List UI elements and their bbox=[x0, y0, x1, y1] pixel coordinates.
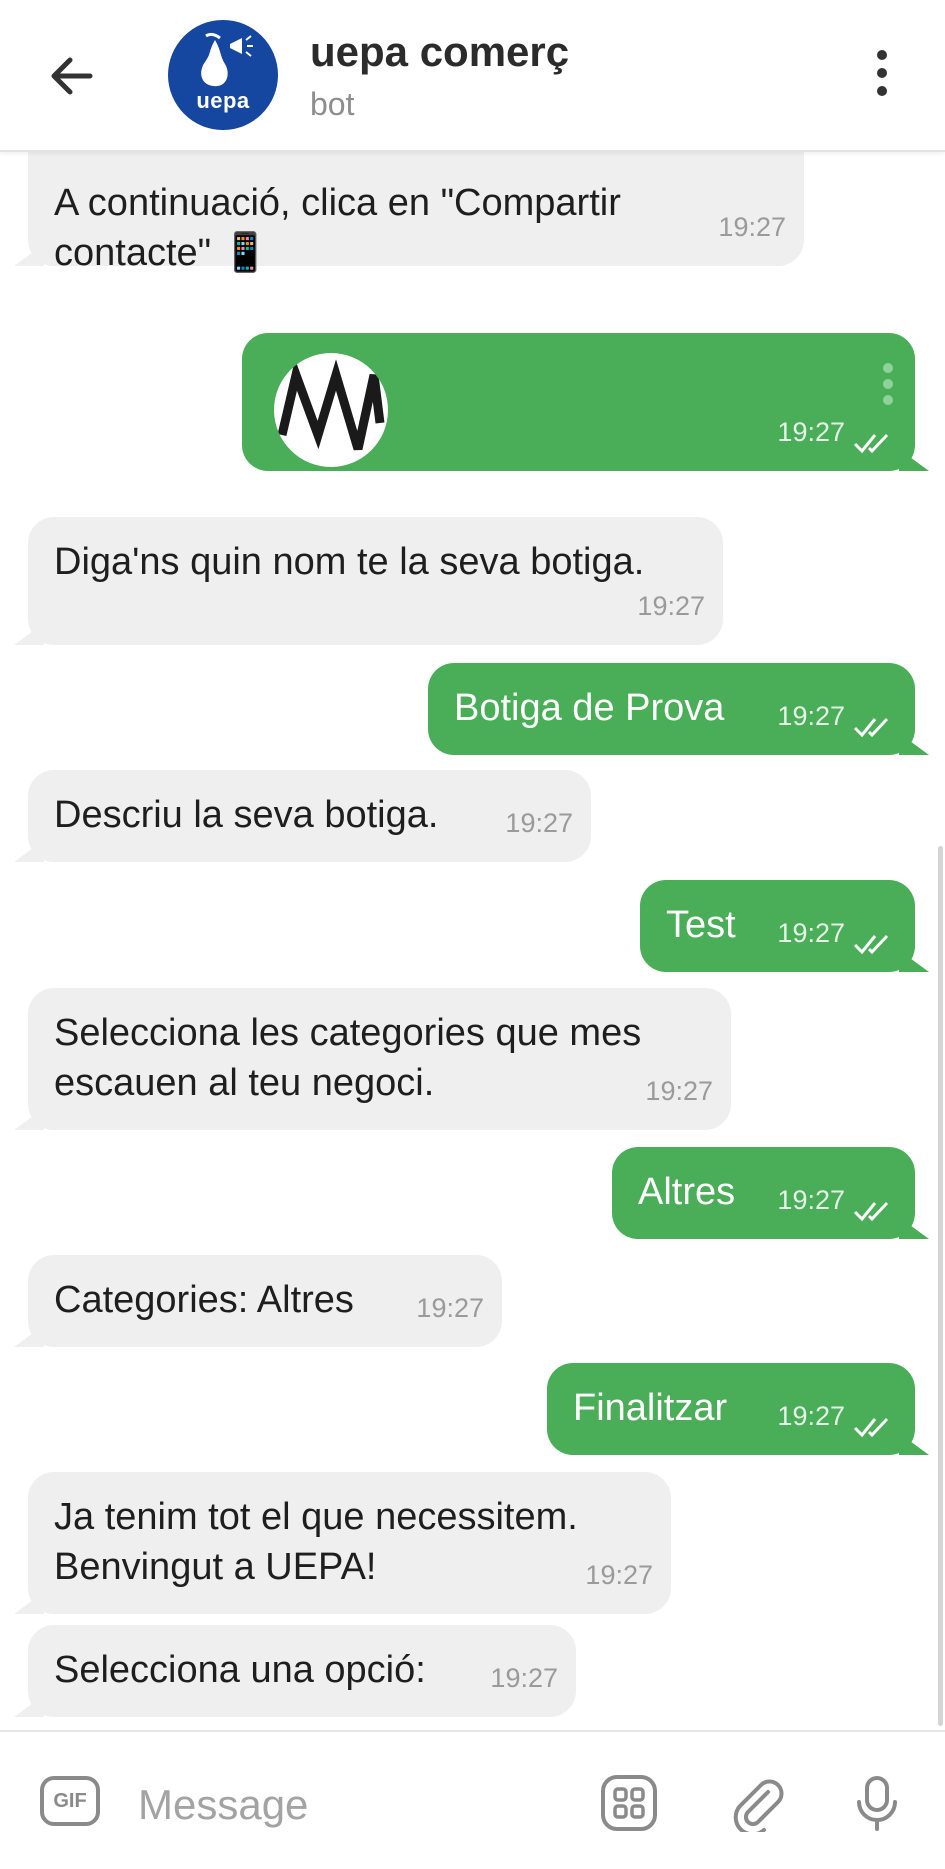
microphone-icon bbox=[857, 1776, 897, 1831]
attach-button[interactable] bbox=[728, 1774, 786, 1837]
message-time: 19:27 bbox=[777, 1185, 845, 1215]
incoming-message[interactable]: Selecciona una opció: 19:27 bbox=[28, 1625, 576, 1717]
gif-button[interactable]: GIF bbox=[40, 1776, 100, 1826]
message-time: 19:27 bbox=[777, 701, 845, 731]
message-text: Ja tenim tot el que necessitem. bbox=[54, 1496, 578, 1538]
message-time: 19:27 bbox=[777, 417, 845, 447]
scrollbar[interactable] bbox=[938, 846, 943, 1726]
incoming-message[interactable]: Selecciona les categories que mes escaue… bbox=[28, 988, 731, 1130]
message-time: 19:27 bbox=[585, 1560, 653, 1590]
double-check-icon bbox=[853, 1201, 889, 1222]
message-time: 19:27 bbox=[505, 808, 573, 838]
contact-logo-icon bbox=[277, 359, 385, 451]
message-time: 19:27 bbox=[777, 1401, 845, 1431]
message-list[interactable]: A continuació, clica en "Compartir conta… bbox=[0, 130, 945, 1730]
message-time: 19:27 bbox=[416, 1293, 484, 1323]
message-text: contacte" 📱 bbox=[54, 232, 270, 274]
outgoing-message[interactable]: Botiga de Prova 19:27 bbox=[428, 663, 915, 755]
message-time: 19:27 bbox=[718, 212, 786, 242]
paperclip-icon bbox=[733, 1779, 784, 1837]
message-text: A continuació, clica en "Compartir bbox=[54, 182, 621, 224]
outgoing-message[interactable]: Finalitzar 19:27 bbox=[547, 1363, 915, 1455]
outgoing-message[interactable]: Altres 19:27 bbox=[612, 1147, 915, 1239]
double-check-icon bbox=[853, 934, 889, 955]
message-text: Altres bbox=[638, 1171, 736, 1213]
message-time: 19:27 bbox=[777, 918, 845, 948]
incoming-message[interactable]: Ja tenim tot el que necessitem. Benvingu… bbox=[28, 1472, 671, 1614]
contact-more-icon[interactable] bbox=[883, 363, 893, 405]
message-time: 19:27 bbox=[490, 1663, 558, 1693]
double-check-icon bbox=[853, 433, 889, 454]
message-text: Botiga de Prova bbox=[454, 687, 725, 729]
message-time: 19:27 bbox=[645, 1076, 713, 1106]
message-text: Selecciona una opció: bbox=[54, 1649, 426, 1691]
message-text: Finalitzar bbox=[573, 1387, 728, 1429]
back-button[interactable] bbox=[44, 48, 100, 104]
message-input[interactable] bbox=[136, 1776, 570, 1834]
message-input-bar: GIF bbox=[0, 1730, 945, 1869]
incoming-message[interactable]: Categories: Altres 19:27 bbox=[28, 1255, 502, 1347]
chat-title[interactable]: uepa comerç bbox=[310, 28, 569, 76]
contact-avatar[interactable] bbox=[274, 353, 388, 467]
message-text: Descriu la seva botiga. bbox=[54, 794, 439, 836]
message-text: escauen al teu negoci. bbox=[54, 1062, 435, 1104]
message-text: Benvingut a UEPA! bbox=[54, 1546, 377, 1588]
bot-commands-button[interactable] bbox=[600, 1774, 658, 1832]
more-options-button[interactable] bbox=[870, 50, 894, 102]
chat-header: uepa uepa comerç bot bbox=[0, 0, 945, 152]
message-text: Test bbox=[666, 904, 736, 946]
message-text: Categories: Altres bbox=[54, 1279, 354, 1321]
avatar-label: uepa bbox=[196, 88, 250, 113]
message-text: Diga'ns quin nom te la seva botiga. bbox=[54, 541, 645, 583]
chat-subtitle: bot bbox=[310, 86, 355, 122]
double-check-icon bbox=[853, 1417, 889, 1438]
outgoing-message[interactable]: Test 19:27 bbox=[640, 880, 915, 972]
message-text: Selecciona les categories que mes bbox=[54, 1012, 642, 1054]
message-time: 19:27 bbox=[637, 591, 705, 621]
incoming-message[interactable]: Diga'ns quin nom te la seva botiga. 19:2… bbox=[28, 517, 723, 645]
outgoing-contact-message[interactable]: 19:27 bbox=[242, 333, 915, 471]
bot-avatar[interactable]: uepa bbox=[168, 20, 278, 130]
grid-icon bbox=[601, 1775, 657, 1831]
double-check-icon bbox=[853, 717, 889, 738]
incoming-message[interactable]: Descriu la seva botiga. 19:27 bbox=[28, 770, 591, 862]
more-vertical-icon bbox=[877, 50, 887, 60]
voice-button[interactable] bbox=[848, 1774, 906, 1832]
arrow-left-icon bbox=[51, 57, 93, 95]
